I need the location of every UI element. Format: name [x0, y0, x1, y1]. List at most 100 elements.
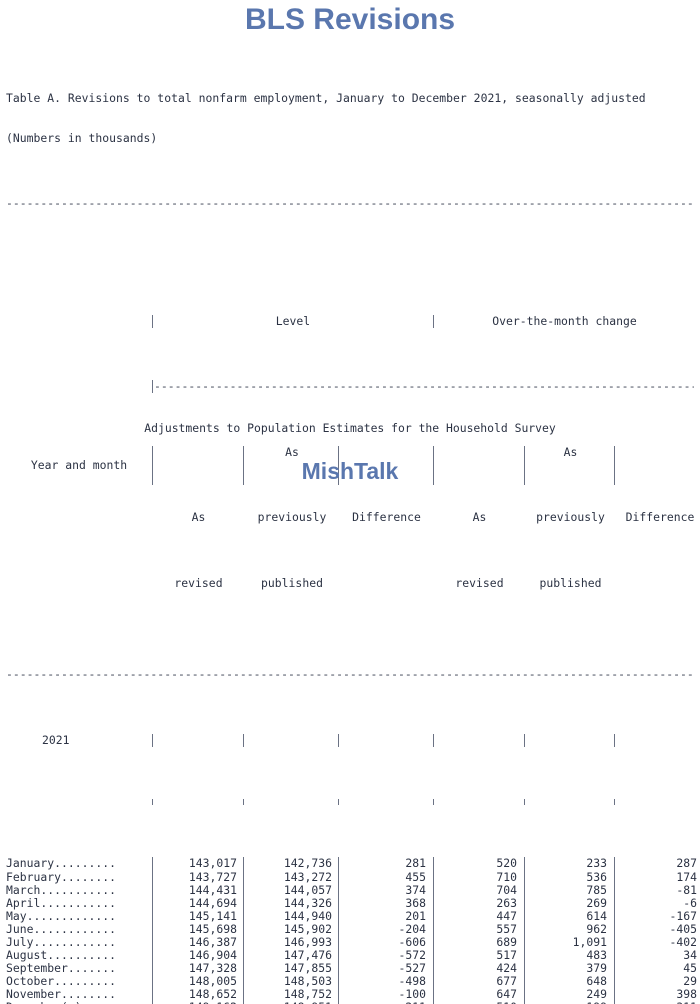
- column-separator-2: [338, 857, 339, 871]
- column-separator-1: [243, 962, 244, 976]
- row-month-label: December(p).....: [6, 1001, 116, 1004]
- row-month-label: July............: [6, 935, 117, 949]
- cell-level-as-published: 145,902: [283, 921, 332, 936]
- row-month-label: November........: [6, 987, 117, 1002]
- column-separator-5: [614, 936, 615, 950]
- site-logo: MishTalk: [301, 458, 399, 484]
- cell-change-difference: -402: [669, 935, 697, 949]
- column-separator-1: [243, 922, 244, 936]
- cell-level-difference: -100: [398, 987, 426, 1002]
- cell-level-as-published: 147,476: [283, 948, 332, 963]
- sep-stub-2: [152, 380, 153, 394]
- row-month-label: March...........: [6, 882, 117, 897]
- row-month-label: October.........: [6, 974, 117, 989]
- table-caption: Table A. Revisions to total nonfarm empl…: [6, 91, 646, 106]
- cell-level-difference: 455: [405, 869, 426, 884]
- cell-level-as-revised: 149,162: [154, 1001, 237, 1004]
- year-group-row: 2021: [6, 732, 694, 747]
- cell-change-as-revised: 647: [496, 987, 517, 1002]
- cell-level-difference: 374: [405, 882, 426, 897]
- sep-s2: [338, 799, 339, 806]
- col-header-4-line2: revised: [455, 575, 504, 590]
- col-header-5-line3: published: [539, 575, 602, 590]
- cell-level-as-revised: 143,727: [188, 869, 237, 884]
- cell-change-as-published: 199: [527, 1001, 607, 1004]
- cell-change-as-published: 1,091: [572, 935, 607, 949]
- column-separator-5: [614, 883, 615, 897]
- cell-change-as-published: 249: [586, 987, 607, 1002]
- row-month-label: April...........: [6, 895, 117, 910]
- col-header-6-line1: Difference: [625, 510, 695, 525]
- column-separator-0: [152, 975, 153, 989]
- row-month-label: August..........: [6, 948, 117, 963]
- column-separator-4: [524, 975, 525, 989]
- col-header-2-line2: previously: [257, 510, 327, 525]
- cell-level-as-revised: 148,005: [188, 974, 237, 989]
- table-units: (Numbers in thousands): [6, 130, 158, 145]
- table-row: April........... 144,694 144,326 368 263 269 -…: [6, 895, 697, 910]
- rule-header-bottom: ----------------------------------------…: [6, 668, 694, 682]
- cell-change-as-published: 962: [586, 921, 607, 936]
- cell-change-as-published: 785: [586, 882, 607, 897]
- column-separator-5: [614, 962, 615, 976]
- cell-level-difference: 201: [405, 908, 426, 923]
- column-separator-1: [243, 909, 244, 923]
- bls-table-block: Table A. Revisions to total nonfarm empl…: [6, 53, 697, 1004]
- column-separator-1: [243, 1001, 244, 1004]
- cell-change-difference: -6: [683, 895, 697, 910]
- table-row: January......... 143,017 142,736 281 520 233 2…: [6, 856, 697, 871]
- page-title: BLS Revisions: [244, 3, 456, 36]
- column-separator-5: [614, 896, 615, 910]
- column-separator-5: [614, 922, 615, 936]
- cell-change-as-published: 648: [586, 974, 607, 989]
- rule-subheader: ----------------------------------------…: [152, 380, 694, 394]
- cell-level-as-published: 144,057: [283, 882, 332, 897]
- header-group-row: Level Over-the-month change: [6, 314, 694, 328]
- cell-change-as-revised: 710: [496, 869, 517, 884]
- sep-s1: [243, 799, 244, 806]
- column-separator-5: [614, 988, 615, 1002]
- column-separator-2: [338, 870, 339, 884]
- cell-change-difference: -167: [669, 908, 697, 923]
- column-separator-1: [243, 936, 244, 950]
- cell-change-difference: 29: [683, 974, 697, 989]
- cell-change-as-revised: 424: [496, 961, 517, 976]
- cell-level-as-revised: 146,904: [188, 948, 237, 963]
- column-separator-3: [433, 883, 434, 897]
- column-separator-1: [243, 883, 244, 897]
- cell-level-difference: 368: [405, 895, 426, 910]
- cell-change-difference: -405: [669, 921, 697, 936]
- cell-level-difference: -498: [398, 974, 426, 989]
- column-separator-2: [338, 922, 339, 936]
- table-header: Level Over-the-month change ------------…: [6, 262, 695, 615]
- col-header-5-line1: As: [563, 444, 578, 459]
- table-row: August.......... 146,904 147,476 -572 517 483…: [6, 948, 697, 963]
- column-separator-2: [338, 909, 339, 923]
- col-header-1-line1: As: [191, 510, 206, 525]
- cell-change-as-revised: 689: [496, 935, 517, 949]
- column-separator-1: [243, 870, 244, 884]
- row-month-label: May.............: [6, 908, 117, 923]
- year-label: 2021: [42, 732, 70, 747]
- cell-change-difference: 45: [683, 961, 697, 976]
- cell-change-as-revised: 520: [496, 856, 517, 871]
- column-separator-0: [152, 922, 153, 936]
- cell-level-as-published: 142,736: [283, 856, 332, 871]
- column-separator-4: [524, 962, 525, 976]
- column-separator-4: [524, 909, 525, 923]
- cell-change-difference: 311: [616, 1001, 697, 1004]
- cell-change-difference: -81: [676, 882, 697, 897]
- cell-change-as-published: 536: [586, 869, 607, 884]
- column-separator-4: [524, 988, 525, 1002]
- sep-stub: [152, 314, 153, 328]
- col-header-3-line1: Difference: [352, 510, 421, 525]
- header-col-row-3: revised published revised published: [6, 575, 694, 590]
- column-separator-4: [524, 936, 525, 950]
- column-separator-3: [433, 896, 434, 910]
- table-row: February........ 143,727 143,272 455 710 536 1…: [6, 869, 697, 884]
- column-separator-2: [338, 975, 339, 989]
- column-separator-5: [614, 857, 615, 871]
- table-row: March........... 144,431 144,057 374 704 785 -…: [6, 882, 697, 897]
- column-separator-5: [614, 870, 615, 884]
- row-month-label: June............: [6, 921, 117, 936]
